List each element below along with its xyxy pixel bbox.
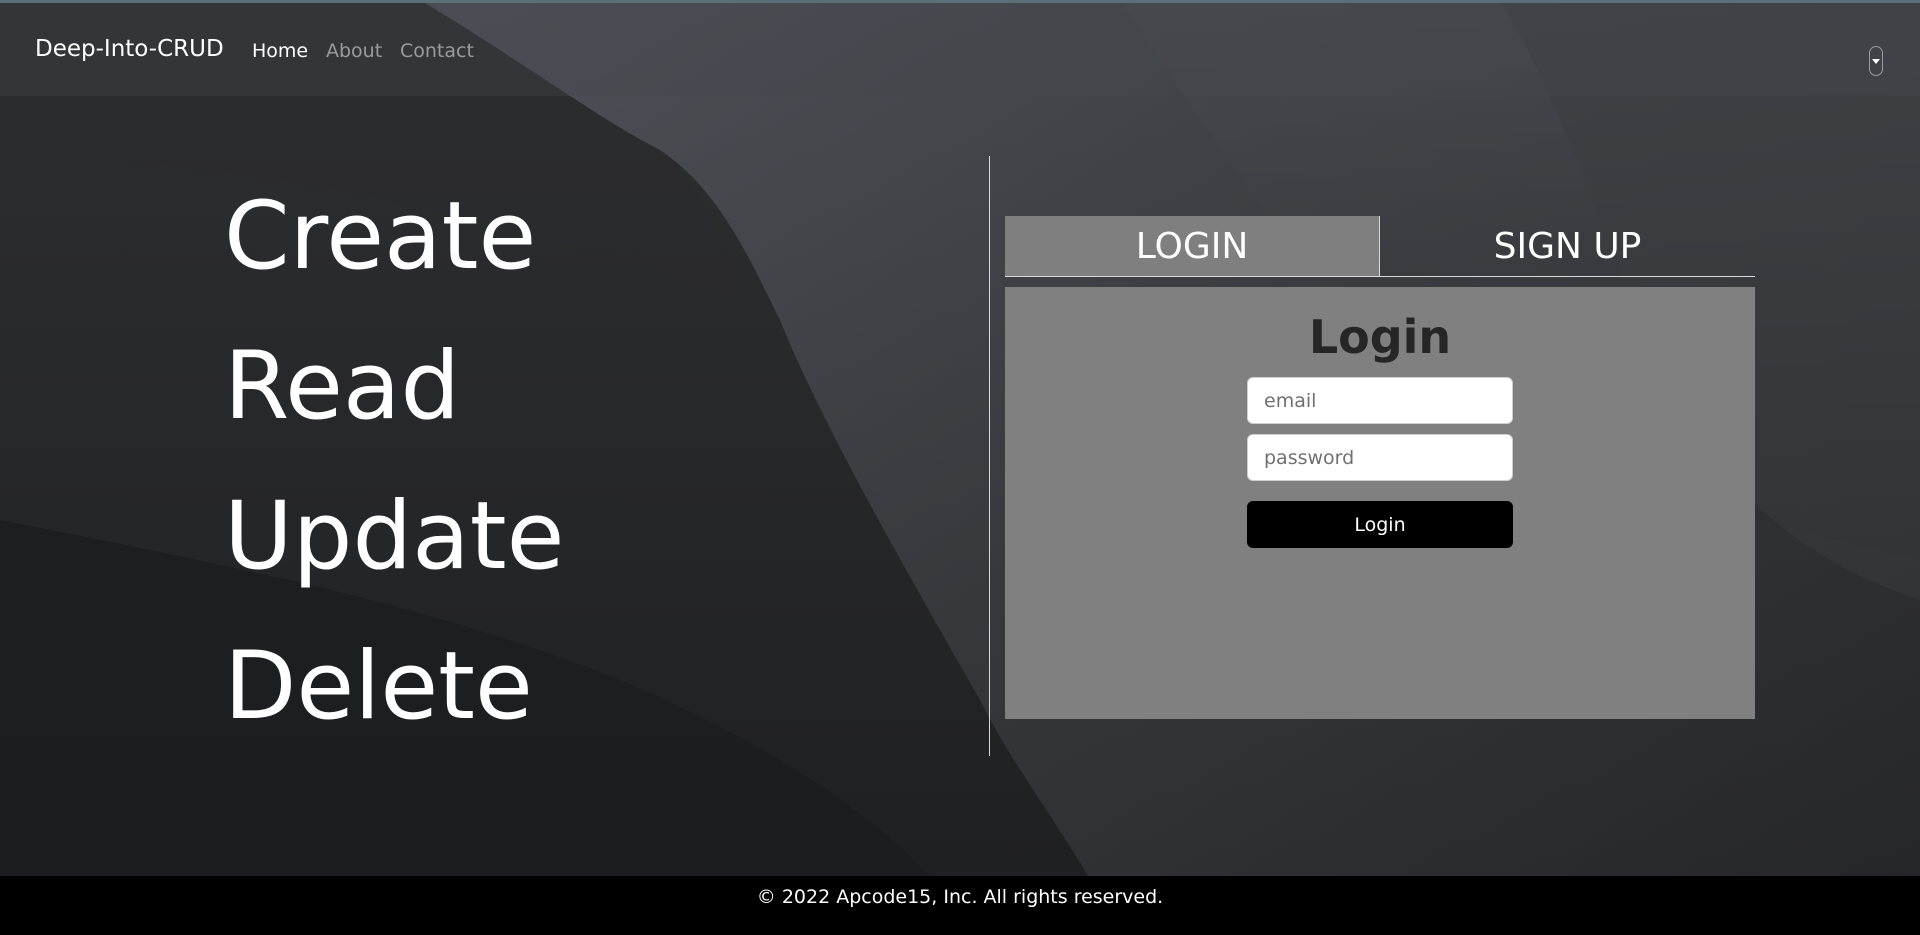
hero-word-create: Create — [224, 182, 537, 291]
login-title: Login — [1308, 310, 1452, 364]
email-input[interactable] — [1247, 377, 1513, 424]
hero-word-read: Read — [224, 332, 461, 441]
password-input[interactable] — [1247, 434, 1513, 481]
nav-link-about[interactable]: About — [326, 40, 382, 62]
nav-link-home[interactable]: Home — [252, 40, 308, 62]
vertical-divider — [989, 156, 990, 756]
hero-word-update: Update — [224, 482, 565, 591]
auth-tabs: LOGIN SIGN UP — [1005, 216, 1755, 277]
login-button[interactable]: Login — [1247, 501, 1513, 548]
nav-link-contact[interactable]: Contact — [400, 40, 474, 62]
tab-signup[interactable]: SIGN UP — [1380, 216, 1755, 276]
dropdown-toggle[interactable] — [1869, 46, 1883, 76]
chevron-down-icon — [1872, 59, 1880, 64]
tab-login[interactable]: LOGIN — [1005, 216, 1380, 276]
brand-link[interactable]: Deep-Into-CRUD — [35, 36, 224, 62]
footer: © 2022 Apcode15, Inc. All rights reserve… — [0, 876, 1920, 935]
top-accent-line — [0, 0, 1920, 3]
hero-word-delete: Delete — [224, 632, 533, 741]
login-panel: Login Login — [1005, 287, 1755, 719]
navbar: Deep-Into-CRUD Home About Contact — [0, 3, 1920, 96]
footer-copyright: © 2022 Apcode15, Inc. All rights reserve… — [756, 886, 1164, 908]
